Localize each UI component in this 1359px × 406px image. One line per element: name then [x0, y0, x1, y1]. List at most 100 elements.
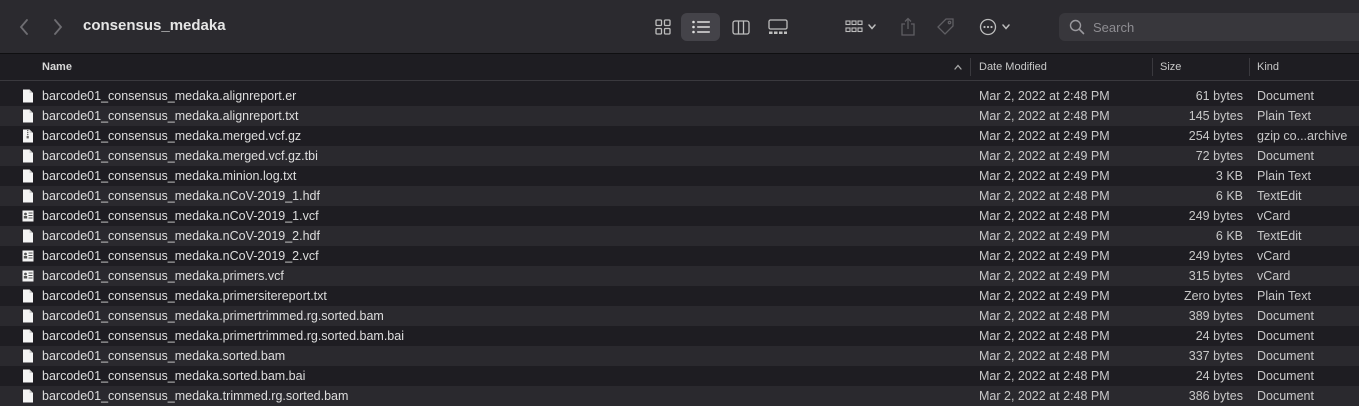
file-size: 72 bytes — [1195, 149, 1243, 163]
back-button[interactable] — [15, 17, 33, 37]
name-column-header[interactable]: Name — [42, 54, 72, 80]
file-size: 249 bytes — [1188, 209, 1243, 223]
file-row[interactable]: barcode01_consensus_medaka.merged.vcf.gz… — [0, 146, 1359, 166]
file-date-modified: Mar 2, 2022 at 2:49 PM — [979, 289, 1110, 303]
columns-icon — [732, 19, 750, 35]
file-kind: vCard — [1257, 249, 1291, 263]
document-icon — [22, 189, 34, 203]
file-date-modified: Mar 2, 2022 at 2:49 PM — [979, 129, 1110, 143]
kind-column-header[interactable]: Kind — [1257, 54, 1279, 80]
file-row[interactable]: barcode01_consensus_medaka.primers.vcf Ma… — [0, 266, 1359, 286]
file-name: barcode01_consensus_medaka.nCoV-2019_1.h… — [42, 189, 320, 203]
file-date-modified: Mar 2, 2022 at 2:49 PM — [979, 169, 1110, 183]
file-kind: Plain Text — [1257, 169, 1311, 183]
document-icon — [22, 149, 34, 163]
document-icon — [22, 169, 34, 183]
file-date-modified: Mar 2, 2022 at 2:48 PM — [979, 309, 1110, 323]
column-header: Name Date Modified Size Kind — [0, 54, 1359, 81]
document-icon — [22, 369, 34, 383]
search-field[interactable] — [1059, 13, 1359, 41]
file-row[interactable]: barcode01_consensus_medaka.minion.log.tx… — [0, 166, 1359, 186]
share-button[interactable] — [896, 13, 920, 41]
search-input[interactable] — [1091, 18, 1335, 36]
file-date-modified: Mar 2, 2022 at 2:48 PM — [979, 209, 1110, 223]
column-divider[interactable] — [970, 58, 971, 76]
file-kind: Document — [1257, 309, 1314, 323]
file-name: barcode01_consensus_medaka.nCoV-2019_1.v… — [42, 209, 319, 223]
file-date-modified: Mar 2, 2022 at 2:48 PM — [979, 349, 1110, 363]
file-row[interactable]: barcode01_consensus_medaka.sorted.bam Mar… — [0, 346, 1359, 366]
vcard-icon — [22, 209, 34, 223]
file-size: Zero bytes — [1183, 289, 1243, 303]
file-size: 254 bytes — [1188, 129, 1243, 143]
file-size: 249 bytes — [1188, 249, 1243, 263]
document-icon — [22, 389, 34, 403]
gallery-view-button[interactable] — [762, 13, 794, 41]
archive-icon — [22, 129, 34, 143]
vcard-icon — [22, 269, 34, 283]
file-kind: Plain Text — [1257, 109, 1311, 123]
column-divider[interactable] — [1249, 58, 1250, 76]
file-row[interactable]: barcode01_consensus_medaka.primertrimmed… — [0, 326, 1359, 346]
sort-chevron[interactable] — [953, 54, 963, 80]
file-size: 337 bytes — [1188, 349, 1243, 363]
file-name: barcode01_consensus_medaka.alignreport.e… — [42, 89, 297, 103]
action-menu-button[interactable] — [974, 13, 1016, 41]
file-list: barcode01_consensus_medaka.alignreport.e… — [0, 86, 1359, 406]
column-view-button[interactable] — [725, 13, 757, 41]
forward-button[interactable] — [49, 17, 67, 37]
gallery-icon — [768, 19, 788, 34]
file-row[interactable]: barcode01_consensus_medaka.primertrimmed… — [0, 306, 1359, 326]
file-row[interactable]: barcode01_consensus_medaka.sorted.bam.ba… — [0, 366, 1359, 386]
document-icon — [22, 309, 34, 323]
size-column-header[interactable]: Size — [1160, 54, 1181, 80]
file-row[interactable]: barcode01_consensus_medaka.primersiterep… — [0, 286, 1359, 306]
file-row[interactable]: barcode01_consensus_medaka.merged.vcf.gz… — [0, 126, 1359, 146]
file-name: barcode01_consensus_medaka.merged.vcf.gz… — [42, 149, 318, 163]
file-date-modified: Mar 2, 2022 at 2:49 PM — [979, 249, 1110, 263]
tags-button[interactable] — [932, 13, 960, 41]
file-kind: TextEdit — [1257, 229, 1302, 243]
file-row[interactable]: barcode01_consensus_medaka.alignreport.t… — [0, 106, 1359, 126]
file-name: barcode01_consensus_medaka.merged.vcf.gz — [42, 129, 302, 143]
file-row[interactable]: barcode01_consensus_medaka.trimmed.rg.so… — [0, 386, 1359, 406]
list-view-button[interactable] — [681, 13, 720, 41]
date-column-header[interactable]: Date Modified — [979, 54, 1047, 80]
list-icon — [691, 20, 710, 34]
file-row[interactable]: barcode01_consensus_medaka.nCoV-2019_2.v… — [0, 246, 1359, 266]
column-divider[interactable] — [1152, 58, 1153, 76]
file-size: 145 bytes — [1188, 109, 1243, 123]
file-size: 24 bytes — [1195, 369, 1243, 383]
grid-icon — [655, 19, 671, 35]
file-row[interactable]: barcode01_consensus_medaka.nCoV-2019_1.v… — [0, 206, 1359, 226]
file-date-modified: Mar 2, 2022 at 2:48 PM — [979, 189, 1110, 203]
file-kind: vCard — [1257, 269, 1291, 283]
icon-view-button[interactable] — [647, 13, 679, 41]
search-icon — [1069, 19, 1085, 35]
file-kind: Document — [1257, 369, 1314, 383]
file-size: 315 bytes — [1188, 269, 1243, 283]
tag-icon — [937, 18, 954, 35]
toolbar: consensus_medaka — [0, 0, 1359, 54]
file-row[interactable]: barcode01_consensus_medaka.nCoV-2019_2.h… — [0, 226, 1359, 246]
file-row[interactable]: barcode01_consensus_medaka.nCoV-2019_1.h… — [0, 186, 1359, 206]
file-date-modified: Mar 2, 2022 at 2:48 PM — [979, 109, 1110, 123]
file-date-modified: Mar 2, 2022 at 2:49 PM — [979, 269, 1110, 283]
file-size: 61 bytes — [1195, 89, 1243, 103]
document-icon — [22, 109, 34, 123]
file-kind: Plain Text — [1257, 289, 1311, 303]
file-kind: gzip co...archive — [1257, 129, 1348, 143]
file-name: barcode01_consensus_medaka.alignreport.t… — [42, 109, 299, 123]
file-name: barcode01_consensus_medaka.sorted.bam — [42, 349, 286, 363]
file-row[interactable]: barcode01_consensus_medaka.alignreport.e… — [0, 86, 1359, 106]
file-name: barcode01_consensus_medaka.nCoV-2019_2.h… — [42, 229, 320, 243]
file-date-modified: Mar 2, 2022 at 2:48 PM — [979, 369, 1110, 383]
group-by-button[interactable] — [840, 13, 882, 41]
file-kind: vCard — [1257, 209, 1291, 223]
chevron-left-icon — [19, 19, 28, 35]
file-date-modified: Mar 2, 2022 at 2:49 PM — [979, 149, 1110, 163]
file-name: barcode01_consensus_medaka.primersiterep… — [42, 289, 327, 303]
file-kind: Document — [1257, 89, 1314, 103]
file-kind: Document — [1257, 349, 1314, 363]
chevron-down-icon — [868, 24, 876, 30]
